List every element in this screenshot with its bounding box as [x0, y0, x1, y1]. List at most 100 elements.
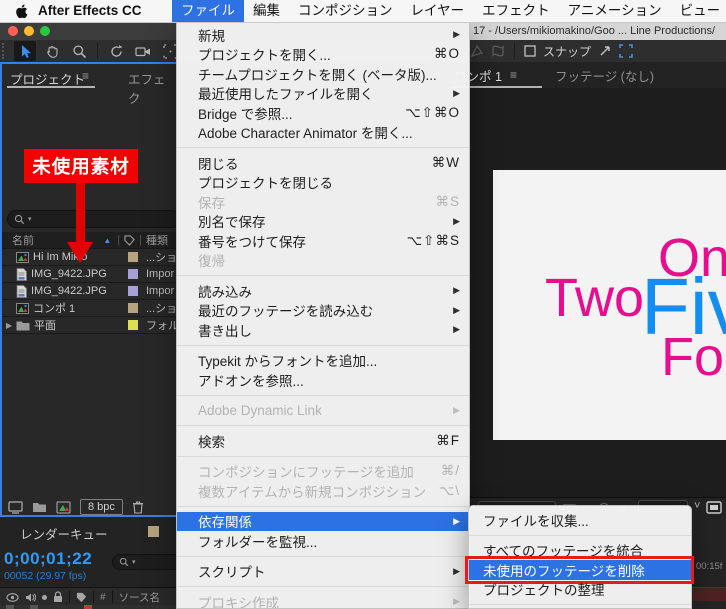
menu-item[interactable]: 未使用のフッテージを削除	[465, 556, 694, 583]
menubar-menu[interactable]: 編集	[244, 0, 289, 22]
menu-item[interactable]: 新規 ▶	[177, 25, 469, 45]
menu-item[interactable]: 別名で保存 ▶	[177, 212, 469, 232]
label-column-icon[interactable]	[124, 234, 135, 246]
project-search-input[interactable]: ▾	[7, 210, 176, 228]
label-color-swatch[interactable]	[128, 303, 138, 313]
menu-item[interactable]: フォルダーを監視...	[177, 531, 469, 551]
menu-item[interactable]: Typekit からフォントを追加...	[177, 351, 469, 371]
label-color-swatch[interactable]	[128, 269, 138, 279]
menu-item[interactable]: すべてのフッテージを統合	[469, 541, 691, 561]
project-item-row[interactable]: IMG_9422.JPG Impor	[2, 283, 176, 300]
panel-menu-icon[interactable]: ≡	[510, 68, 517, 82]
label-icon[interactable]	[76, 592, 87, 603]
bit-depth-button[interactable]: 8 bpc	[80, 499, 123, 515]
chevron-down-icon[interactable]: ˅	[694, 500, 700, 512]
monitor-icon[interactable]	[706, 501, 722, 514]
trash-icon[interactable]	[132, 500, 144, 514]
search-dropdown-icon[interactable]: ▾	[132, 558, 136, 566]
menu-item[interactable]: チームプロジェクトを開く (ベータ版)...	[177, 64, 469, 84]
menubar-menu[interactable]: ファイル	[172, 0, 244, 22]
project-item-row[interactable]: ▶ 平面 フォル	[2, 317, 176, 334]
rotate-tool-button[interactable]	[105, 41, 127, 61]
menu-item: 複数アイテムから新規コンポジション ⌥\	[177, 481, 469, 501]
menu-item[interactable]: スクリプト ▶	[177, 562, 469, 582]
column-type[interactable]: 種類	[146, 232, 176, 248]
menu-item-shortcut: ⌥⇧⌘O	[405, 104, 460, 120]
hand-tool-button[interactable]	[41, 41, 63, 61]
zoom-window-button[interactable]	[40, 26, 50, 36]
menubar-menu[interactable]: コンポジション	[289, 0, 402, 22]
label-color-swatch[interactable]	[128, 252, 138, 262]
menu-item[interactable]: プロジェクトを閉じる	[177, 173, 469, 193]
submenu-arrow-icon: ▶	[453, 29, 460, 40]
label-color-swatch[interactable]	[128, 286, 138, 296]
region-of-interest-icon[interactable]	[619, 44, 633, 58]
zoom-tool-button[interactable]	[68, 41, 90, 61]
menu-item[interactable]: プロジェクトの整理	[469, 580, 691, 600]
source-name-column[interactable]: ソース名	[119, 590, 160, 605]
close-window-button[interactable]	[8, 26, 18, 36]
column-name[interactable]: 名前	[12, 232, 34, 248]
menubar-menu[interactable]: アニメーション	[559, 0, 671, 22]
annotation-label: 未使用素材	[32, 156, 130, 177]
new-folder-icon[interactable]	[32, 501, 47, 513]
number-column-icon[interactable]: #	[100, 592, 106, 603]
snap-cursor-icon[interactable]	[598, 44, 612, 58]
menubar-menu[interactable]: ビュー	[671, 0, 726, 22]
menu-divider	[177, 555, 469, 557]
selection-tool-button[interactable]	[14, 41, 36, 61]
camera-tool-button[interactable]	[132, 41, 154, 61]
menu-divider	[469, 604, 691, 605]
menu-item[interactable]: 書き出し ▶	[177, 320, 469, 340]
menu-item[interactable]: アドオンを参照...	[177, 370, 469, 390]
menubar-menu[interactable]: エフェクト	[473, 0, 559, 22]
menu-item[interactable]: プロジェクトを開く... ⌘O	[177, 45, 469, 65]
menu-item[interactable]: 読み込み ▶	[177, 281, 469, 301]
new-composition-icon[interactable]	[56, 501, 71, 514]
menu-item[interactable]: 検索 ⌘F	[177, 431, 469, 451]
timeline-search-input[interactable]: ▾	[112, 554, 176, 570]
menu-item[interactable]: 最近のフッテージを読み込む ▶	[177, 301, 469, 321]
menu-item-label: 依存関係	[198, 515, 252, 531]
toolbar-divider	[97, 43, 98, 59]
tab-render-queue[interactable]: レンダーキュー	[20, 524, 108, 543]
annotation-unused-footage: 未使用素材	[24, 149, 138, 183]
app-name[interactable]: After Effects CC	[38, 0, 142, 22]
minimize-window-button[interactable]	[24, 26, 34, 36]
expander-icon[interactable]: ▶	[6, 321, 16, 330]
tab-effects[interactable]: エフェク	[128, 69, 176, 107]
eye-icon[interactable]	[6, 592, 19, 602]
solo-icon[interactable]	[42, 594, 47, 600]
menu-item[interactable]: 番号をつけて保存 ⌥⇧⌘S	[177, 231, 469, 251]
label-color-swatch[interactable]	[128, 320, 138, 330]
submenu-arrow-icon: ▶	[453, 515, 460, 526]
menu-item-label: 保存	[198, 195, 225, 211]
menu-item-label: 複数アイテムから新規コンポジション	[198, 484, 425, 500]
menu-item-label: フォルダーを監視...	[198, 534, 318, 550]
sort-ascending-icon[interactable]: ▲	[103, 236, 111, 245]
menu-item[interactable]: 依存関係 ▶	[177, 511, 469, 531]
menu-divider	[177, 147, 469, 148]
panel-menu-icon[interactable]: ≡	[82, 69, 89, 83]
search-dropdown-icon[interactable]: ▾	[28, 215, 32, 223]
snap-checkbox[interactable]	[524, 45, 536, 57]
menu-item[interactable]: 閉じる ⌘W	[177, 153, 469, 173]
audio-icon[interactable]	[25, 592, 36, 603]
menubar-menu[interactable]: レイヤー	[402, 0, 474, 22]
panel-grip[interactable]	[2, 43, 9, 59]
project-item-row[interactable]: IMG_9422.JPG Impor	[2, 266, 176, 283]
interpret-footage-icon[interactable]	[8, 500, 23, 514]
comp-canvas[interactable]: TwoOneFiveFour	[493, 170, 726, 440]
menu-item[interactable]: ファイルを収集...	[469, 510, 691, 530]
apple-menu-icon[interactable]	[13, 3, 28, 19]
menu-item[interactable]: Adobe Character Animator を開く...	[177, 123, 469, 143]
menu-item[interactable]: 最近使用したファイルを開く ▶	[177, 84, 469, 104]
lock-icon[interactable]	[53, 591, 63, 603]
tab-footage-none[interactable]: フッテージ (なし)	[555, 66, 654, 85]
menu-item[interactable]: Bridge で参照... ⌥⇧⌘O	[177, 103, 469, 123]
menu-item-shortcut: ⌥\	[438, 482, 460, 498]
timeline-work-area-bar[interactable]	[692, 587, 726, 601]
current-timecode[interactable]: 0;00;01;22	[4, 549, 92, 569]
camera-icon	[135, 46, 150, 56]
project-item-row[interactable]: コンポ 1 ...ショ	[2, 300, 176, 317]
